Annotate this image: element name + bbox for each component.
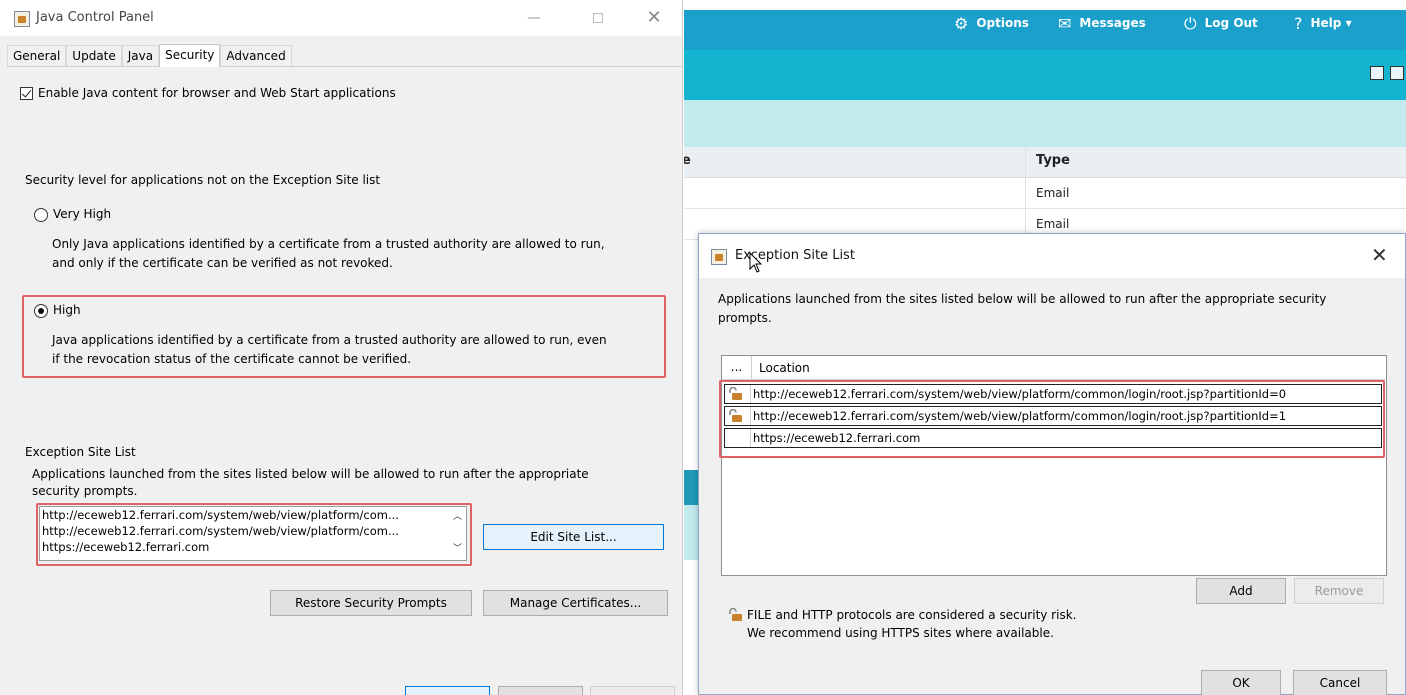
column-header-location[interactable]: Location (759, 361, 810, 375)
jcp-titlebar: Java Control Panel — ✕ (0, 0, 682, 36)
high-description-2: if the revocation status of the certific… (52, 352, 412, 366)
java-app-icon (14, 11, 30, 27)
very-high-description-2: and only if the certificate can be verif… (52, 256, 393, 270)
high-description: Java applications identified by a certif… (52, 333, 607, 347)
list-item[interactable]: http://eceweb12.ferrari.com/system/web/v… (40, 523, 466, 539)
high-label: High (53, 303, 81, 317)
security-warning-text-2: We recommend using HTTPS sites where ava… (747, 626, 1054, 640)
add-button[interactable]: Add (1196, 578, 1286, 604)
exception-site-description: Applications launched from the sites lis… (32, 467, 589, 481)
close-icon[interactable]: ✕ (644, 8, 664, 28)
exception-site-list-heading: Exception Site List (25, 445, 136, 459)
minimize-icon[interactable]: — (524, 8, 544, 28)
tab-general[interactable]: General (7, 45, 67, 67)
jcp-tab-bar: General Update Java Security Advanced (7, 44, 292, 67)
maximize-icon[interactable] (588, 8, 608, 28)
web-filter-band (684, 100, 1406, 147)
tab-security[interactable]: Security (159, 44, 221, 67)
help-link[interactable]: ? Help ▾ (1294, 10, 1352, 50)
type-cell: Email (1036, 217, 1070, 231)
remove-button[interactable]: Remove (1294, 578, 1384, 604)
high-radio[interactable] (34, 304, 48, 318)
site-rows-highlight-box (719, 380, 1385, 458)
power-icon: ⏻ (1184, 14, 1197, 33)
messages-link[interactable]: ✉ Messages (1058, 10, 1146, 50)
web-table-header: e Type (684, 147, 1406, 178)
help-icon: ? (1294, 14, 1303, 33)
very-high-radio[interactable] (34, 208, 48, 222)
unlocked-padlock-icon (729, 608, 742, 621)
scroll-down-icon[interactable]: ﹀ (453, 541, 462, 554)
security-level-label: Security level for applications not on t… (25, 173, 381, 187)
list-item[interactable]: https://eceweb12.ferrari.com (40, 539, 466, 555)
type-cell: Email (1036, 186, 1070, 200)
dialog-description: Applications launched from the sites lis… (718, 292, 1327, 306)
java-control-panel-window: Java Control Panel — ✕ General Update Ja… (0, 0, 683, 695)
tab-update[interactable]: Update (66, 45, 122, 67)
list-item[interactable]: http://eceweb12.ferrari.com/system/web/v… (40, 507, 466, 523)
java-app-icon (711, 249, 727, 265)
enable-java-checkbox[interactable] (20, 87, 33, 100)
very-high-description: Only Java applications identified by a c… (52, 237, 605, 251)
apply-button-partial[interactable] (590, 686, 675, 695)
dialog-description-2: prompts. (718, 311, 772, 325)
edit-site-list-button[interactable]: Edit Site List... (483, 524, 664, 550)
exception-site-listbox[interactable]: http://eceweb12.ferrari.com/system/web/v… (39, 506, 467, 561)
manage-certificates-button[interactable]: Manage Certificates... (483, 590, 668, 616)
table-row[interactable]: Email (684, 178, 1406, 209)
jcp-window-title: Java Control Panel (36, 10, 154, 25)
security-warning-text: FILE and HTTP protocols are considered a… (747, 608, 1077, 622)
gear-icon: ⚙ (954, 14, 969, 33)
tab-java[interactable]: Java (121, 45, 160, 67)
column-header-partial[interactable]: e (684, 153, 691, 168)
close-icon[interactable]: ✕ (1371, 243, 1388, 267)
ok-button[interactable]: OK (1201, 670, 1281, 695)
logout-link[interactable]: ⏻ Log Out (1184, 10, 1258, 50)
very-high-label: Very High (53, 207, 112, 221)
ok-button-partial[interactable] (405, 686, 490, 695)
column-header-icon[interactable]: ... (722, 356, 752, 380)
scroll-up-icon[interactable]: ︿ (453, 509, 462, 522)
restore-security-prompts-button[interactable]: Restore Security Prompts (270, 590, 472, 616)
cancel-button[interactable]: Cancel (1293, 670, 1387, 695)
site-table-header: ... Location (722, 356, 1386, 380)
minimize-panel-icon[interactable] (1370, 66, 1384, 80)
enable-java-label: Enable Java content for browser and Web … (38, 86, 396, 100)
exception-site-description-2: security prompts. (32, 484, 138, 498)
web-header-band (684, 50, 1406, 100)
dialog-titlebar: Exception Site List ✕ (699, 234, 1405, 278)
web-side-strip-light (684, 505, 698, 560)
web-top-nav: ⚙ Options ✉ Messages ⏻ Log Out ? Help ▾ (684, 10, 1406, 50)
tab-advanced[interactable]: Advanced (220, 45, 292, 67)
options-link[interactable]: ⚙ Options (954, 10, 1029, 50)
cancel-button-partial[interactable] (498, 686, 583, 695)
column-divider (1025, 147, 1026, 240)
column-header-type[interactable]: Type (1036, 153, 1070, 168)
envelope-icon: ✉ (1058, 14, 1072, 33)
maximize-panel-icon[interactable] (1390, 66, 1404, 80)
exception-site-list-dialog: Exception Site List ✕ Applications launc… (698, 233, 1406, 695)
